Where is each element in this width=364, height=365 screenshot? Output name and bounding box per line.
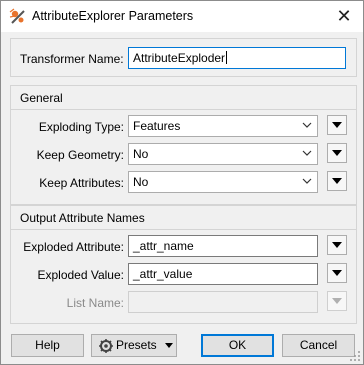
transformer-icon (9, 8, 25, 24)
list-name-label: List Name: (66, 296, 124, 310)
output-attribute-names-panel: Output Attribute Names Exploded Attribut… (10, 205, 357, 324)
exploded-attribute-value: _attr_name (133, 239, 194, 253)
transformer-name-input[interactable]: AttributeExploder (128, 47, 346, 69)
dialog-window: AttributeExplorer Parameters ✕ Transform… (0, 0, 364, 365)
triangle-down-icon (165, 343, 173, 348)
keep-attributes-label: Keep Attributes: (39, 176, 124, 190)
keep-geometry-label: Keep Geometry: (36, 148, 124, 162)
close-button[interactable]: ✕ (332, 5, 356, 27)
triangle-down-icon (332, 242, 342, 248)
keep-attributes-select[interactable]: No (128, 171, 318, 193)
chevron-down-icon (302, 178, 312, 184)
exploding-type-label: Exploding Type: (38, 120, 124, 134)
keep-geometry-value: No (133, 147, 149, 161)
triangle-down-icon (332, 298, 342, 304)
exploded-value-label: Exploded Value: (37, 268, 124, 282)
close-icon: ✕ (336, 6, 352, 26)
text-caret (226, 51, 228, 64)
list-name-input[interactable] (128, 291, 318, 313)
exploded-attribute-input[interactable]: _attr_name (128, 235, 318, 257)
transformer-name-label: Transformer Name: (20, 52, 124, 66)
ok-button-label: OK (228, 338, 247, 352)
title-bar: AttributeExplorer Parameters ✕ (1, 1, 363, 32)
cancel-button[interactable]: Cancel (282, 334, 355, 357)
exploded-value-input[interactable]: _attr_value (128, 263, 318, 285)
exploded-value-menu-button[interactable] (327, 263, 347, 283)
exploding-type-menu-button[interactable] (327, 115, 347, 135)
triangle-down-icon (332, 150, 342, 156)
presets-button[interactable]: Presets (91, 334, 177, 357)
help-button-label: Help (35, 338, 60, 352)
output-section-title: Output Attribute Names (20, 211, 145, 225)
section-divider (11, 109, 356, 110)
triangle-down-icon (332, 122, 342, 128)
resize-grip-icon[interactable] (349, 350, 361, 362)
transformer-name-value: AttributeExploder (133, 51, 226, 65)
list-name-menu-button[interactable] (327, 291, 347, 311)
transformer-panel: Transformer Name: AttributeExploder (10, 38, 357, 77)
section-divider (11, 229, 356, 230)
ok-button[interactable]: OK (201, 334, 274, 357)
cancel-button-label: Cancel (299, 338, 338, 352)
exploded-attribute-menu-button[interactable] (327, 235, 347, 255)
keep-geometry-select[interactable]: No (128, 143, 318, 165)
window-title: AttributeExplorer Parameters (32, 9, 194, 23)
exploding-type-select[interactable]: Features (128, 115, 318, 137)
general-panel: General Exploding Type: Features Keep Ge… (10, 85, 357, 205)
triangle-down-icon (332, 270, 342, 276)
exploded-value-value: _attr_value (133, 267, 193, 281)
gear-icon (99, 339, 113, 353)
keep-attributes-value: No (133, 175, 149, 189)
help-button[interactable]: Help (11, 334, 84, 357)
triangle-down-icon (332, 178, 342, 184)
exploded-attribute-label: Exploded Attribute: (23, 240, 124, 254)
chevron-down-icon (302, 150, 312, 156)
keep-geometry-menu-button[interactable] (327, 143, 347, 163)
presets-button-label: Presets (116, 338, 157, 352)
keep-attributes-menu-button[interactable] (327, 171, 347, 191)
chevron-down-icon (302, 122, 312, 128)
general-section-title: General (20, 91, 63, 105)
exploding-type-value: Features (133, 119, 181, 133)
